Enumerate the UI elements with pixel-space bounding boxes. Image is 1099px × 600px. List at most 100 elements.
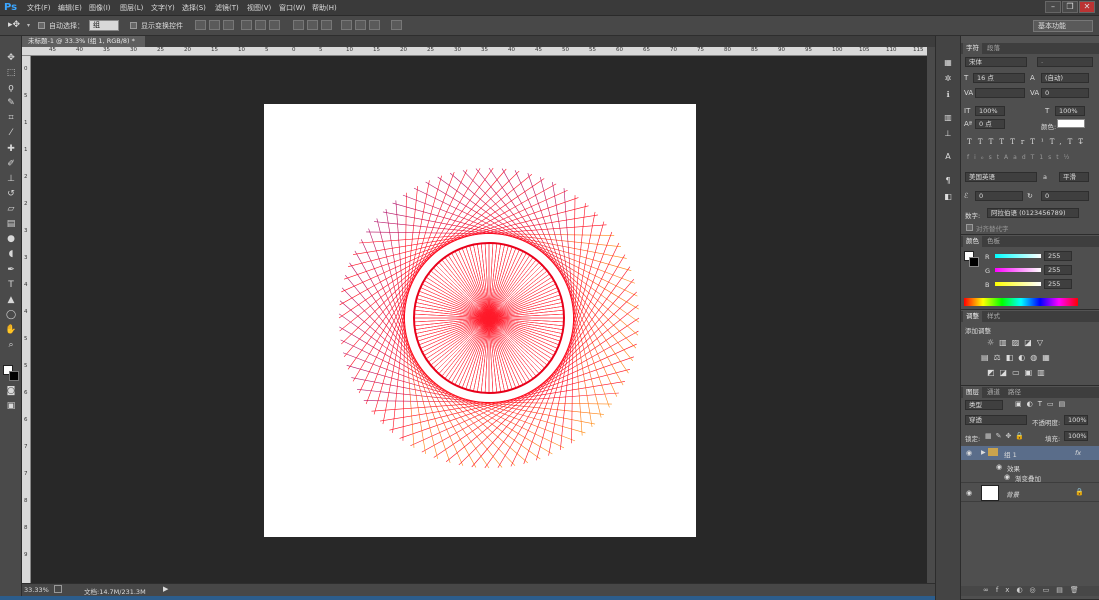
fx-badge[interactable]: fx [1075, 449, 1081, 457]
auto-select-dropdown[interactable]: 组 [89, 20, 119, 31]
vertical-scale-field[interactable]: 100% [975, 106, 1005, 116]
style-superscript[interactable]: T¹ [1030, 138, 1049, 146]
distribute-right-icon[interactable] [369, 20, 380, 30]
style-strikethrough[interactable]: T̶ [1078, 138, 1089, 146]
history-brush-tool-icon[interactable]: ↺ [4, 188, 18, 201]
blur-tool-icon[interactable]: ● [4, 233, 18, 246]
move-tool-icon[interactable]: ✥ [4, 52, 18, 65]
ot-stylistic[interactable]: ad [1013, 154, 1031, 161]
style-subscript[interactable]: T, [1050, 138, 1068, 146]
menu-file[interactable]: 文件(F) [27, 3, 51, 13]
b-slider[interactable] [995, 282, 1041, 286]
digits-select[interactable]: 阿拉伯语 (0123456789) [987, 208, 1079, 218]
share-icon[interactable] [54, 585, 62, 593]
layer-row-background[interactable]: ◉ 背景 🔒 [961, 482, 1099, 502]
tab-layers[interactable]: 图层 [963, 387, 982, 398]
style-small-caps[interactable]: Tr [1010, 138, 1030, 146]
pen-tool-icon[interactable]: ✒ [4, 264, 18, 277]
type-style-buttons[interactable]: TTTTTrT¹T,TT̶ [967, 138, 1093, 148]
antialias-select[interactable]: 平滑 [1059, 172, 1089, 182]
align-bottom-icon[interactable] [223, 20, 234, 30]
move-tool-icon[interactable]: ▸✥ [8, 20, 20, 30]
layer-filter-kind[interactable]: 类型 [965, 400, 1003, 410]
menu-window[interactable]: 窗口(W) [279, 3, 305, 13]
blend-mode-select[interactable]: 穿透 [965, 415, 1027, 425]
style-underline[interactable]: T [1068, 138, 1079, 146]
dodge-tool-icon[interactable]: ◖ [4, 248, 18, 261]
brush-tool-icon[interactable]: ✐ [4, 158, 18, 171]
horizontal-scale-field[interactable]: 100% [1055, 106, 1085, 116]
font-family-select[interactable]: 宋体 [965, 57, 1027, 67]
gradient-overlay-eye-icon[interactable]: ◉ [1004, 473, 1010, 481]
type-tool-icon[interactable]: T [4, 279, 18, 292]
ot-discretionary[interactable]: st [989, 154, 1004, 161]
r-value-field[interactable]: 255 [1044, 251, 1072, 261]
character-panel-icon[interactable]: A [942, 152, 954, 163]
style-faux-bold[interactable]: T [967, 138, 978, 146]
align-top-icon[interactable] [195, 20, 206, 30]
align-hcenter-icon[interactable] [255, 20, 266, 30]
r-slider[interactable] [995, 254, 1041, 258]
tab-adjustments[interactable]: 调整 [963, 311, 982, 322]
tab-paths[interactable]: 路径 [1005, 387, 1024, 398]
eyedropper-tool-icon[interactable]: ⁄ [4, 127, 18, 140]
background-eye-icon[interactable]: ◉ [966, 489, 972, 497]
marquee-tool-icon[interactable]: ⬚ [4, 67, 18, 80]
close-button[interactable]: ✕ [1079, 1, 1095, 13]
align-glyph-checkbox[interactable] [966, 224, 973, 231]
menu-filter[interactable]: 滤镜(T) [215, 3, 239, 13]
history-icon[interactable]: ▦ [942, 58, 954, 69]
auto-align-icon[interactable] [391, 20, 402, 30]
menu-type[interactable]: 文字(Y) [151, 3, 175, 13]
menu-image[interactable]: 图像(I) [89, 3, 111, 13]
align-right-icon[interactable] [269, 20, 280, 30]
style-all-caps[interactable]: TT [989, 138, 1011, 146]
layer-filter-icons[interactable]: ▣◐T▭▤ [1015, 400, 1070, 408]
zoom-tool-icon[interactable]: ⌕ [4, 339, 18, 352]
menu-layer[interactable]: 图层(L) [120, 3, 143, 13]
second-number-field[interactable]: 0 [1041, 191, 1089, 201]
stamp-tool-icon[interactable]: ⊥ [4, 173, 18, 186]
healing-tool-icon[interactable]: ✚ [4, 143, 18, 156]
fill-field[interactable]: 100% [1064, 431, 1088, 441]
ot-contextual[interactable]: ℴ [981, 154, 989, 161]
quick-mask-icon[interactable]: ◙ [4, 385, 18, 398]
baseline-field[interactable]: 0 点 [975, 119, 1005, 129]
menu-help[interactable]: 帮助(H) [312, 3, 337, 13]
paragraph-panel-icon[interactable]: ¶ [942, 176, 954, 187]
info-icon[interactable]: ℹ [942, 90, 954, 101]
distribute-top-icon[interactable] [293, 20, 304, 30]
menu-edit[interactable]: 编辑(E) [58, 3, 82, 13]
restore-button[interactable]: ❐ [1062, 1, 1078, 13]
eraser-tool-icon[interactable]: ▱ [4, 203, 18, 216]
document-canvas[interactable] [264, 104, 696, 537]
leading-field[interactable]: (自动) [1041, 73, 1089, 83]
tab-swatches[interactable]: 色板 [984, 236, 1003, 247]
lock-icons[interactable]: ▦✎✥🔒 [985, 432, 1028, 440]
b-value-field[interactable]: 255 [1044, 279, 1072, 289]
menu-select[interactable]: 选择(S) [182, 3, 206, 13]
quick-select-tool-icon[interactable]: ✎ [4, 97, 18, 110]
tab-character[interactable]: 字符 [963, 43, 982, 54]
g-slider[interactable] [995, 268, 1041, 272]
ot-ligatures[interactable]: fi [967, 154, 981, 161]
layers-footer-icons[interactable]: ∞fx◐◎▭▤🗑 [961, 586, 1099, 596]
hand-tool-icon[interactable]: ✋ [4, 324, 18, 337]
distribute-vcenter-icon[interactable] [307, 20, 318, 30]
crop-tool-icon[interactable]: ⌗ [4, 112, 18, 125]
ot-swash[interactable]: A [1004, 154, 1013, 161]
distribute-bottom-icon[interactable] [321, 20, 332, 30]
kerning-field[interactable] [975, 88, 1025, 98]
tool-preset-chevron-icon[interactable]: ▾ [27, 22, 30, 29]
adjustment-row-3[interactable]: ◩◪▭▣▥ [987, 368, 1050, 377]
style-faux-italic[interactable]: T [978, 138, 989, 146]
screen-mode-icon[interactable]: ▣ [4, 400, 18, 413]
language-select[interactable]: 美国英语 [965, 172, 1037, 182]
tab-paragraph[interactable]: 段落 [984, 43, 1003, 54]
tab-styles[interactable]: 样式 [984, 311, 1003, 322]
expand-arrow-icon[interactable]: ▶ [981, 449, 986, 456]
opentype-buttons[interactable]: fiℴstAadT1st½ [967, 154, 1093, 164]
text-color-swatch[interactable] [1057, 119, 1085, 128]
actions-icon[interactable]: ✲ [942, 74, 954, 85]
bg-color-swatch[interactable] [969, 257, 979, 267]
